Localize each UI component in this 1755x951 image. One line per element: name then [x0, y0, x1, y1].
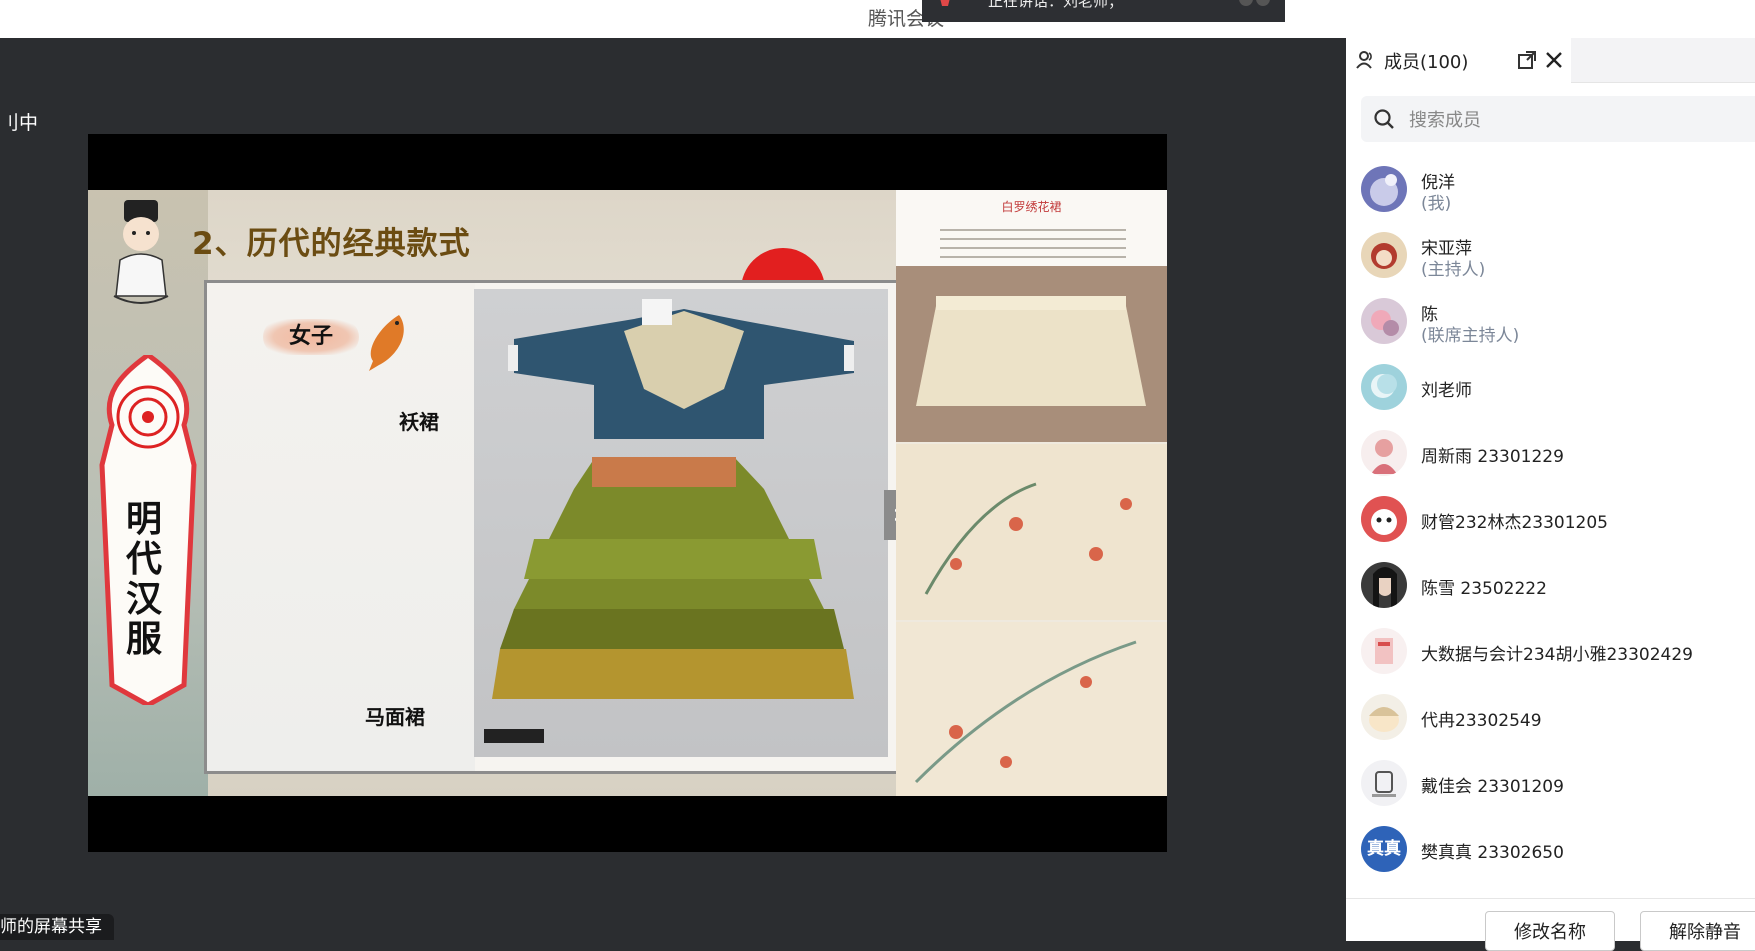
members-footer: 修改名称 解除静音	[1346, 898, 1755, 951]
member-name: 周新雨 23301229	[1421, 447, 1564, 467]
unmute-button[interactable]: 解除静音	[1640, 911, 1755, 951]
member-row[interactable]: 陈雪 23502222	[1346, 554, 1755, 616]
banner-text: 明代汉服	[125, 499, 162, 660]
member-row[interactable]: 倪洋 (我)	[1346, 158, 1755, 220]
skirt-photo-1	[896, 266, 1167, 442]
shared-screen-area: 刂中 2、历代的经典款式 明代汉服 女子 袄裙 马面裙 白罗绣花裙 师的屏幕共享	[0, 38, 1346, 940]
avatar	[1361, 694, 1407, 740]
member-list: 倪洋 (我) 宋亚萍 (主持人) 陈 (联席主持人) 刘老师 周新雨 23301…	[1346, 158, 1755, 910]
caption-text-lines	[940, 222, 1126, 265]
avatar	[1361, 166, 1407, 212]
rename-button[interactable]: 修改名称	[1485, 911, 1615, 951]
close-icon[interactable]	[1544, 50, 1564, 70]
avatar	[1361, 562, 1407, 608]
hanfu-garment-image	[484, 299, 854, 743]
member-row[interactable]: 刘老师	[1346, 356, 1755, 418]
skirt-photo-3	[896, 622, 1167, 796]
search-input[interactable]	[1407, 104, 1741, 136]
avatar	[1361, 628, 1407, 674]
skirt-reference-photos: 白罗绣花裙	[896, 190, 1167, 796]
member-row[interactable]: 周新雨 23301229	[1346, 422, 1755, 484]
microphone-icon	[940, 0, 950, 6]
avatar	[1361, 298, 1407, 344]
slide-title: 2、历代的经典款式	[192, 226, 471, 262]
member-row[interactable]: 真真 樊真真 23302650	[1346, 818, 1755, 880]
garment-label-top: 袄裙	[399, 410, 439, 434]
koi-fish-illustration	[369, 315, 404, 371]
member-name: 代冉23302549	[1421, 711, 1542, 731]
slide-picture-frame: 女子 袄裙 马面裙	[204, 280, 912, 774]
speaking-text: 正在讲话：刘老师；	[988, 0, 1124, 10]
member-row[interactable]: 宋亚萍 (主持人)	[1346, 224, 1755, 286]
people-icon	[1356, 51, 1372, 69]
frame-text-area	[207, 283, 475, 771]
avatar	[1361, 364, 1407, 410]
shared-screen: 2、历代的经典款式 明代汉服 女子 袄裙 马面裙 白罗绣花裙	[88, 134, 1167, 852]
presentation-slide: 2、历代的经典款式 明代汉服 女子 袄裙 马面裙 白罗绣花裙	[88, 190, 1167, 796]
member-name: 樊真真 23302650	[1421, 843, 1564, 863]
popout-icon[interactable]	[1518, 51, 1536, 69]
caption-title: 白罗绣花裙	[1001, 200, 1062, 214]
member-row[interactable]: 陈 (联席主持人)	[1346, 290, 1755, 352]
women-tag: 女子	[263, 319, 359, 355]
member-role: (联席主持人)	[1421, 326, 1520, 346]
member-search-box[interactable]	[1361, 96, 1755, 142]
stage-status-text: 刂中	[0, 112, 39, 134]
garment-photo	[474, 289, 888, 757]
member-name: 刘老师	[1421, 381, 1472, 401]
members-tab[interactable]: 成员(100)	[1346, 38, 1571, 84]
member-name: 大数据与会计234胡小雅23302429	[1421, 645, 1693, 665]
member-name: 财管232林杰23301205	[1421, 513, 1608, 533]
skirt-photo-2	[896, 444, 1167, 620]
screen-share-label[interactable]: 师的屏幕共享	[0, 914, 114, 940]
avatar-initials: 真真	[1361, 826, 1407, 872]
member-row[interactable]: 财管232林杰23301205	[1346, 488, 1755, 550]
search-icon	[1374, 109, 1394, 129]
avatar	[1361, 232, 1407, 278]
title-bar: 腾讯会议 正在讲话：刘老师；	[0, 0, 1755, 38]
members-count-title: 成员(100)	[1384, 52, 1469, 73]
members-panel: 成员(100) 倪洋 (我) 宋亚萍 (主持人)	[1346, 38, 1755, 951]
panel-tab-bar	[1571, 38, 1755, 83]
avatar: 真真	[1361, 826, 1407, 872]
member-row[interactable]: 大数据与会计234胡小雅23302429	[1346, 620, 1755, 682]
scholar-illustration	[113, 200, 169, 304]
avatar	[1361, 760, 1407, 806]
avatar	[1361, 430, 1407, 476]
member-role: (主持人)	[1421, 260, 1486, 280]
member-name: 戴佳会 23301209	[1421, 777, 1564, 797]
member-name: 陈雪 23502222	[1421, 579, 1547, 599]
garment-label-bottom: 马面裙	[365, 705, 425, 729]
speaking-indicator: 正在讲话：刘老师；	[922, 0, 1285, 22]
avatar	[1361, 496, 1407, 542]
member-row[interactable]: 代冉23302549	[1346, 686, 1755, 748]
caption-card: 白罗绣花裙	[896, 190, 1167, 266]
member-row[interactable]: 戴佳会 23301209	[1346, 752, 1755, 814]
window-control-icon[interactable]	[1237, 0, 1273, 10]
member-role: (我)	[1421, 194, 1452, 214]
